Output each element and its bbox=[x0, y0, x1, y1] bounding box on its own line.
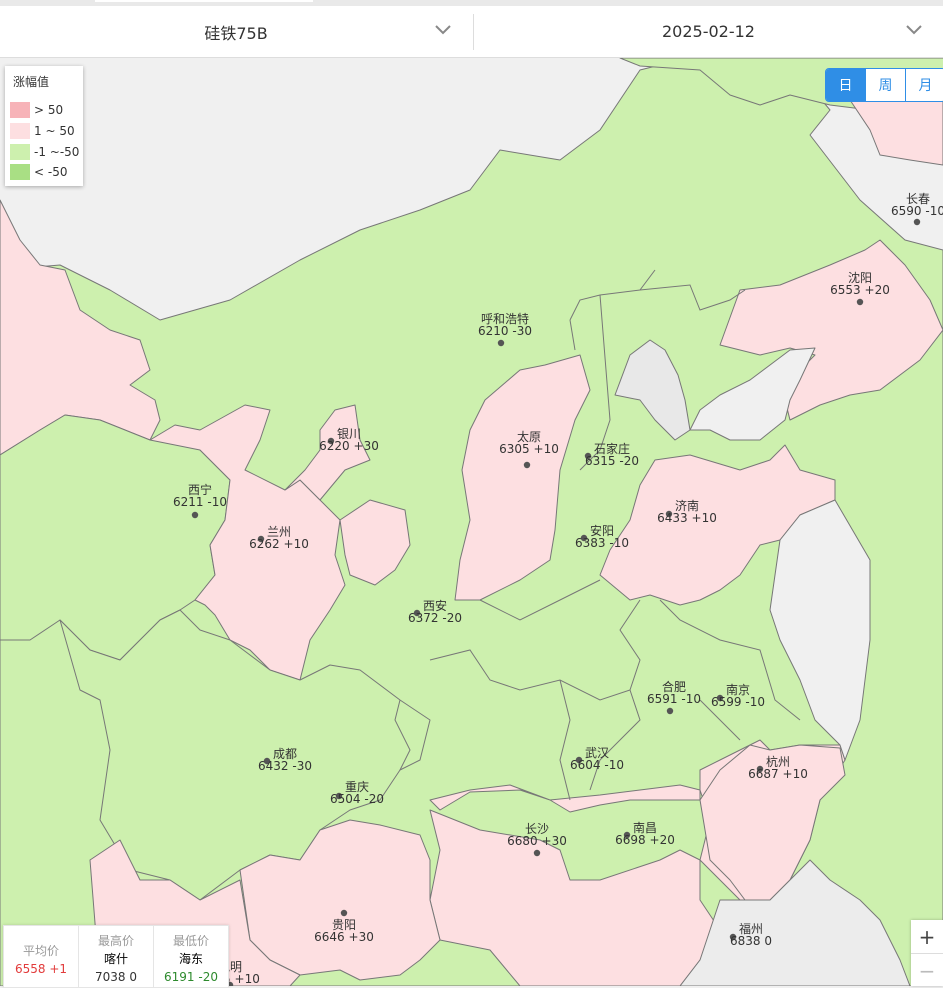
chevron-down-icon bbox=[906, 25, 922, 35]
period-day-button[interactable]: 日 bbox=[826, 69, 865, 101]
zoom-out-button[interactable]: − bbox=[911, 953, 943, 987]
city-dot[interactable] bbox=[666, 707, 674, 715]
min-price-label: 最低价 bbox=[172, 934, 209, 948]
legend-swatch bbox=[10, 164, 30, 180]
avg-price-value: 6558 +1 bbox=[14, 962, 68, 976]
legend-item: 1 ~ 50 bbox=[10, 123, 75, 139]
city-price-label: 6646 +30 bbox=[314, 930, 374, 944]
period-toggle: 日 周 月 bbox=[825, 68, 943, 102]
city-dot[interactable] bbox=[340, 909, 348, 917]
min-price-city: 海东 bbox=[178, 952, 203, 966]
city-price-label: 6504 -20 bbox=[330, 792, 384, 806]
city-price-label: 6838 0 bbox=[730, 934, 772, 948]
price-map[interactable]: 长春6590 -10沈阳6553 +20呼和浩特6210 -30银川6220 +… bbox=[0, 58, 943, 986]
max-price-city: 喀什 bbox=[103, 952, 128, 966]
city-price-label: 6432 -30 bbox=[258, 759, 312, 773]
legend-swatch bbox=[10, 123, 30, 139]
legend-swatch bbox=[10, 144, 30, 160]
city-price-label: 6383 -10 bbox=[575, 536, 629, 550]
zoom-control: + − bbox=[911, 920, 943, 986]
legend-item: > 50 bbox=[10, 102, 63, 118]
legend-label: < -50 bbox=[34, 165, 68, 179]
zoom-in-button[interactable]: + bbox=[911, 920, 943, 953]
max-price-label: 最高价 bbox=[97, 934, 134, 948]
city-price-label: 6315 -20 bbox=[585, 454, 639, 468]
legend: 涨幅值 > 50 1 ~ 50 -1 ~-50 < -50 bbox=[5, 66, 83, 186]
city-price-label: 6590 -10 bbox=[891, 204, 943, 218]
legend-label: > 50 bbox=[34, 103, 64, 117]
city-dot[interactable] bbox=[913, 218, 921, 226]
legend-title: 涨幅值 bbox=[13, 75, 50, 89]
min-price-cell: 最低价 海东 6191 -20 bbox=[153, 926, 228, 987]
date-select-value: 2025-02-12 bbox=[662, 22, 755, 41]
city-price-label: 6220 +30 bbox=[319, 439, 379, 453]
city-price-label: 6604 -10 bbox=[570, 758, 624, 772]
city-price-label: 6305 +10 bbox=[499, 442, 559, 456]
city-dot[interactable] bbox=[191, 511, 199, 519]
city-dot[interactable] bbox=[523, 461, 531, 469]
min-price-value: 6191 -20 bbox=[164, 970, 218, 984]
date-select[interactable]: 2025-02-12 bbox=[474, 6, 943, 57]
city-price-label: 6433 +10 bbox=[657, 511, 717, 525]
city-price-label: 6210 -30 bbox=[478, 324, 532, 338]
period-month-button[interactable]: 月 bbox=[905, 69, 943, 101]
city-price-label: 6553 +20 bbox=[830, 283, 890, 297]
product-select[interactable]: 硅铁75B bbox=[0, 6, 472, 57]
max-price-cell: 最高价 喀什 7038 0 bbox=[78, 926, 153, 987]
legend-item: -1 ~-50 bbox=[10, 144, 79, 160]
max-price-value: 7038 0 bbox=[95, 970, 137, 984]
product-select-value: 硅铁75B bbox=[204, 23, 268, 43]
avg-price-cell: 平均价 6558 +1 bbox=[4, 926, 78, 987]
price-summary: 平均价 6558 +1 最高价 喀什 7038 0 最低价 海东 6191 -2… bbox=[3, 925, 229, 988]
city-dot[interactable] bbox=[533, 849, 541, 857]
legend-label: -1 ~-50 bbox=[34, 145, 80, 159]
city-price-label: 6599 -10 bbox=[711, 695, 765, 709]
city-dot[interactable] bbox=[497, 339, 505, 347]
legend-item: < -50 bbox=[10, 164, 67, 180]
legend-label: 1 ~ 50 bbox=[34, 124, 75, 138]
city-price-label: 6680 +30 bbox=[507, 834, 567, 848]
avg-price-label: 平均价 bbox=[22, 944, 59, 958]
city-price-label: 6372 -20 bbox=[408, 611, 462, 625]
active-tab-indicator bbox=[95, 0, 313, 2]
city-price-label: 6687 +10 bbox=[748, 767, 808, 781]
legend-swatch bbox=[10, 102, 30, 118]
chevron-down-icon bbox=[435, 25, 451, 35]
period-week-button[interactable]: 周 bbox=[865, 69, 905, 101]
city-price-label: 6698 +20 bbox=[615, 833, 675, 847]
city-price-label: 6211 -10 bbox=[173, 495, 227, 509]
city-dot[interactable] bbox=[856, 298, 864, 306]
filter-bar: 硅铁75B 2025-02-12 bbox=[0, 6, 943, 58]
city-price-label: 6262 +10 bbox=[249, 537, 309, 551]
city-price-label: 6591 -10 bbox=[647, 692, 701, 706]
